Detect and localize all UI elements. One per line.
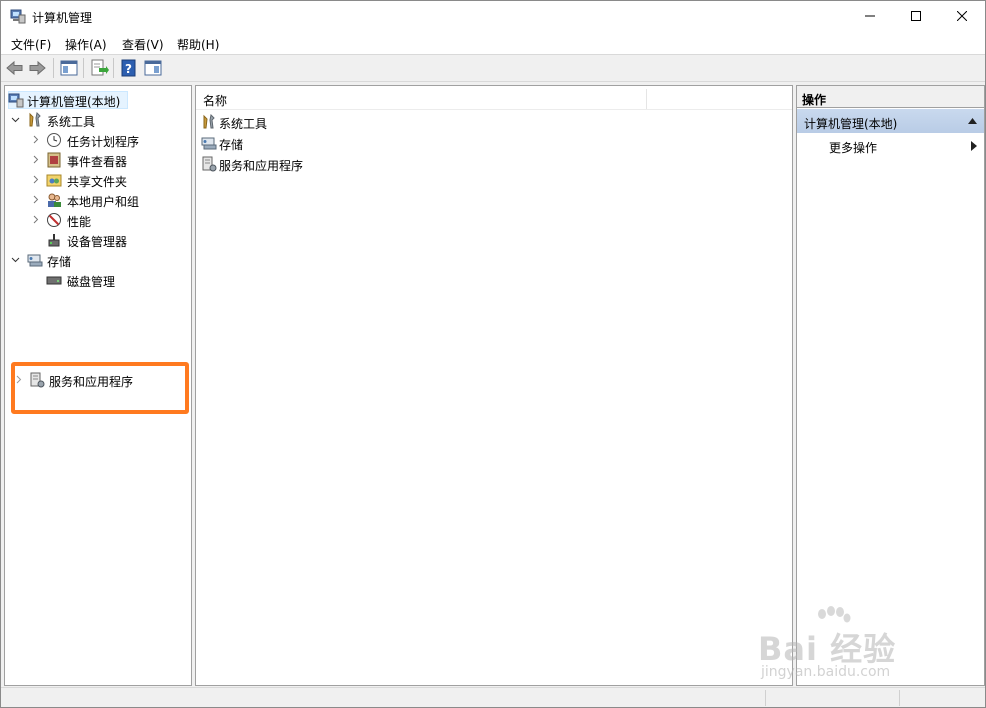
chevron-right-icon: [971, 141, 977, 151]
more-actions-label: 更多操作: [829, 141, 878, 155]
chevron-right-icon[interactable]: [14, 375, 23, 384]
tree-item-label: 设备管理器: [67, 235, 128, 249]
computer-management-window: 计算机管理 文件(F) 操作(A) 查看(V) 帮助(H) ? 计算机管理(本地…: [0, 0, 986, 708]
tree-item-event-viewer[interactable]: 事件查看器: [5, 150, 191, 170]
tree-item-system-tools[interactable]: 系统工具: [5, 110, 191, 130]
toolbar-separator: [113, 58, 114, 78]
tree-item-computer-management[interactable]: 计算机管理(本地): [5, 90, 191, 110]
status-bar-divider: [899, 690, 900, 706]
chevron-down-icon[interactable]: [11, 255, 20, 264]
highlight-annotation-box: 服务和应用程序: [11, 362, 189, 414]
device-manager-icon: [48, 234, 60, 247]
disk-icon: [46, 276, 62, 285]
tree-item-label: 本地用户和组: [67, 195, 140, 209]
close-button[interactable]: [939, 1, 985, 32]
users-icon: [48, 193, 61, 207]
tree-item-label: 性能: [67, 215, 92, 229]
tree-item-label: 服务和应用程序: [49, 375, 134, 389]
title-bar: 计算机管理: [1, 1, 985, 32]
tree-item-label: 磁盘管理: [67, 275, 116, 289]
chevron-right-icon[interactable]: [31, 155, 40, 164]
forward-arrow-icon[interactable]: [27, 58, 47, 78]
more-actions-item[interactable]: 更多操作: [797, 136, 984, 156]
clock-icon: [47, 133, 61, 147]
window-title: 计算机管理: [32, 11, 93, 25]
menu-action[interactable]: 操作(A): [65, 36, 107, 53]
show-hide-tree-icon[interactable]: [59, 58, 79, 78]
tools-icon: [29, 112, 41, 127]
tree-item-label: 共享文件夹: [67, 175, 128, 189]
column-header-name[interactable]: 名称: [196, 86, 792, 110]
tree-item-disk-management[interactable]: 磁盘管理: [5, 270, 191, 290]
status-bar: [1, 687, 985, 707]
chevron-right-icon[interactable]: [31, 195, 40, 204]
chevron-right-icon[interactable]: [31, 135, 40, 144]
list-item-label: 系统工具: [219, 117, 268, 131]
services-icon: [30, 372, 45, 388]
actions-header-label: 操作: [802, 93, 827, 107]
tools-icon: [203, 114, 215, 129]
tree-item-services-applications[interactable]: 服务和应用程序: [11, 370, 181, 390]
export-list-icon[interactable]: [89, 58, 109, 78]
column-header-label: 名称: [203, 94, 228, 108]
tree-item-shared-folders[interactable]: 共享文件夹: [5, 170, 191, 190]
menu-view[interactable]: 查看(V): [122, 36, 164, 53]
actions-section-computer-management[interactable]: 计算机管理(本地): [797, 109, 984, 133]
list-item-label: 服务和应用程序: [219, 159, 304, 173]
toolbar-separator: [53, 58, 54, 78]
minimize-button[interactable]: [847, 1, 893, 32]
tree-item-label: 计算机管理(本地): [27, 95, 121, 109]
minimize-icon: [865, 15, 875, 17]
chevron-right-icon[interactable]: [31, 175, 40, 184]
help-icon[interactable]: ?: [119, 58, 139, 78]
tree-item-storage[interactable]: 存储: [5, 250, 191, 270]
toolbar: ?: [1, 54, 985, 82]
console-tree-pane: 计算机管理(本地) 系统工具 任务计划程序 事件查看器 共享文件夹 本地用户和组…: [4, 85, 192, 686]
maximize-button[interactable]: [893, 1, 939, 32]
close-icon: [957, 11, 967, 21]
shared-folder-icon: [46, 174, 62, 187]
event-viewer-icon: [47, 152, 61, 168]
tree-item-label: 系统工具: [47, 115, 96, 129]
actions-header: 操作: [797, 86, 984, 108]
back-arrow-icon[interactable]: [5, 58, 25, 78]
tree-item-local-users-groups[interactable]: 本地用户和组: [5, 190, 191, 210]
status-bar-divider: [765, 690, 766, 706]
computer-management-icon: [8, 93, 24, 108]
chevron-down-icon[interactable]: [11, 115, 20, 124]
result-list-pane: 名称 系统工具 存储 服务和应用程序: [195, 85, 793, 686]
tree-item-task-scheduler[interactable]: 任务计划程序: [5, 130, 191, 150]
tree-item-performance[interactable]: 性能: [5, 210, 191, 230]
column-divider[interactable]: [646, 89, 647, 109]
services-icon: [202, 156, 217, 172]
tree-item-label: 存储: [47, 255, 72, 269]
maximize-icon: [911, 11, 921, 21]
menu-file[interactable]: 文件(F): [11, 36, 51, 53]
actions-section-label: 计算机管理(本地): [804, 117, 898, 131]
menu-bar: 文件(F) 操作(A) 查看(V) 帮助(H): [1, 32, 985, 54]
storage-icon: [201, 137, 217, 150]
tree-item-device-manager[interactable]: 设备管理器: [5, 230, 191, 250]
tree-item-label: 事件查看器: [67, 155, 128, 169]
computer-management-icon: [10, 9, 26, 24]
actions-pane: 操作 计算机管理(本地) 更多操作: [796, 85, 985, 686]
performance-icon: [47, 213, 61, 227]
svg-text:?: ?: [125, 62, 132, 76]
show-action-pane-icon[interactable]: [143, 58, 163, 78]
menu-help[interactable]: 帮助(H): [177, 36, 219, 53]
chevron-right-icon[interactable]: [31, 215, 40, 224]
tree-item-label: 任务计划程序: [67, 135, 140, 149]
collapse-up-icon[interactable]: [968, 118, 977, 124]
toolbar-separator: [83, 58, 84, 78]
list-item-label: 存储: [219, 138, 244, 152]
storage-icon: [27, 254, 43, 267]
